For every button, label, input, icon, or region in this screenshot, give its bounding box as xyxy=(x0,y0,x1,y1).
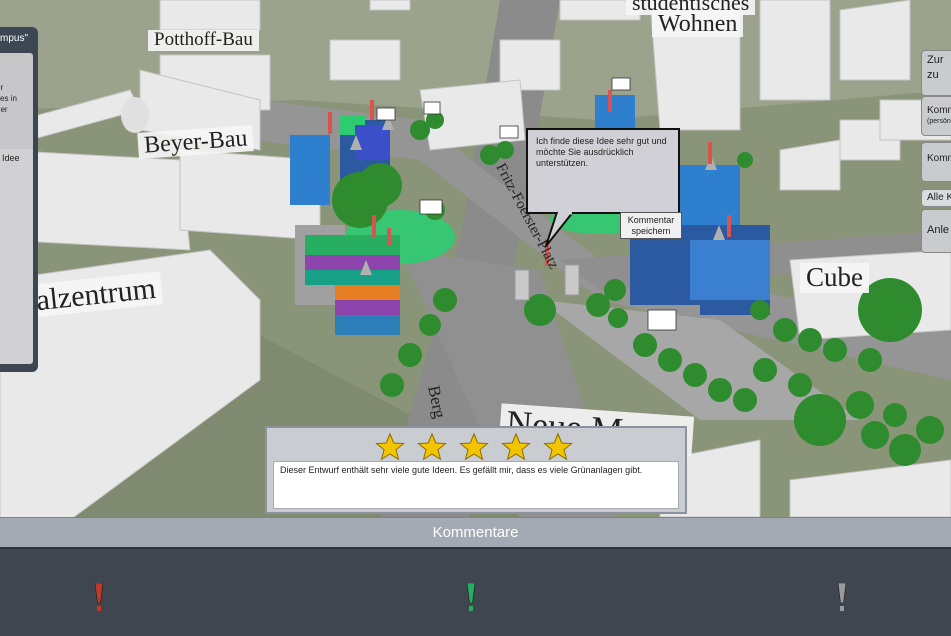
comment-bubble-text: Ich finde diese Idee sehr gut und möchte… xyxy=(536,136,667,168)
right-button-zurueck-line1: Zur xyxy=(927,54,944,66)
right-button-anlegen[interactable]: Anle xyxy=(921,209,951,253)
building-label-cube: Cube xyxy=(800,262,869,293)
comment-bubble-tail xyxy=(545,212,575,247)
comment-marker-green-icon[interactable] xyxy=(465,583,477,613)
rating-panel: Dieser Entwurf enthält sehr viele gute I… xyxy=(265,426,687,514)
left-panel-idea-field[interactable]: Idee xyxy=(0,149,33,364)
comment-marker-red-icon[interactable] xyxy=(93,583,105,613)
left-panel: mpus" er zes in der Idee xyxy=(0,27,38,372)
right-button-zurueck-line2: zu xyxy=(927,69,939,81)
right-button-alle-kommentare[interactable]: Alle K xyxy=(921,189,951,207)
left-panel-line-1: er xyxy=(0,83,4,92)
right-button-alle-kommentare-line1: Alle K xyxy=(927,192,951,203)
left-panel-idea-label: Idee xyxy=(2,153,20,163)
right-button-kommentar-persoenlich[interactable]: Komme (persön xyxy=(921,96,951,136)
comment-marker-grey-icon[interactable] xyxy=(836,583,848,613)
star-icon[interactable] xyxy=(375,432,405,462)
star-icon[interactable] xyxy=(417,432,447,462)
save-comment-button[interactable]: Kommentar speichern xyxy=(620,212,682,239)
right-button-kommentar-line1: Komme xyxy=(927,153,951,164)
right-button-kommentar[interactable]: Komme xyxy=(921,142,951,182)
comments-header[interactable]: Kommentare xyxy=(0,517,951,548)
left-panel-line-2: zes in xyxy=(0,94,17,103)
building-label-potthoff: Potthoff-Bau xyxy=(148,29,259,51)
right-button-zurueck[interactable]: Zur zu xyxy=(921,50,951,96)
star-icon[interactable] xyxy=(459,432,489,462)
right-button-kommentar-persoenlich-line1: Komme xyxy=(927,105,951,116)
right-button-anlegen-line1: Anle xyxy=(927,224,950,236)
comment-bubble: Ich finde diese Idee sehr gut und möchte… xyxy=(526,128,680,214)
right-button-kommentar-persoenlich-line2: (persön xyxy=(927,118,951,125)
building-label-wohnen: Wohnen xyxy=(652,11,744,38)
left-panel-title: mpus" xyxy=(0,33,29,44)
star-icon[interactable] xyxy=(543,432,573,462)
left-panel-line-3: der xyxy=(0,105,8,114)
rating-comment-field[interactable]: Dieser Entwurf enthält sehr viele gute I… xyxy=(273,461,679,509)
star-icon[interactable] xyxy=(501,432,531,462)
